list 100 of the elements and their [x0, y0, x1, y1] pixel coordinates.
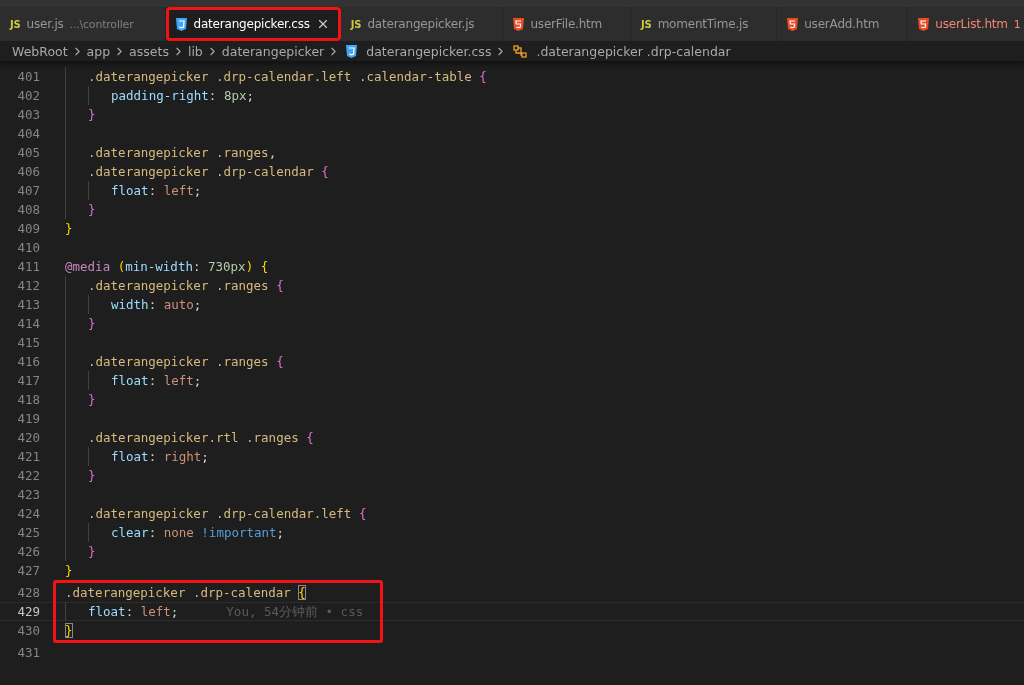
- line-number: 420: [16, 430, 40, 445]
- line-number: 424: [16, 506, 40, 521]
- code-token: .daterangepicker .drp-calendar.left: [88, 506, 352, 521]
- code-token: }: [88, 468, 96, 483]
- code-token: min-width: [125, 259, 193, 274]
- code-token: right: [163, 449, 202, 464]
- tab-label: userAdd.htm: [804, 17, 880, 31]
- line-number: 428: [16, 585, 40, 600]
- line-number: 408: [16, 202, 40, 217]
- code-token: .daterangepicker.rtl .ranges: [88, 430, 299, 445]
- editor-tab[interactable]: userFile.htm: [503, 7, 632, 41]
- line-number: 425: [16, 525, 40, 540]
- line-number: 418: [16, 392, 40, 407]
- code-token: }: [88, 544, 96, 559]
- code-token: :: [208, 88, 217, 103]
- line-number: 430: [16, 623, 40, 638]
- line-number: 422: [16, 468, 40, 483]
- breadcrumb-item[interactable]: app: [86, 43, 111, 59]
- editor-tab[interactable]: JS daterangepicker.js: [340, 7, 504, 41]
- code-token: ;: [193, 183, 202, 198]
- line-number: 409: [16, 221, 40, 236]
- code-token: :: [148, 525, 157, 540]
- code-token: {: [298, 585, 306, 600]
- breadcrumb-item[interactable]: WebRoot: [12, 43, 68, 59]
- tab-label: daterangepicker.css: [193, 17, 310, 31]
- code-token: ;: [170, 604, 179, 619]
- code-token: width: [111, 297, 149, 312]
- symbol-icon: [513, 44, 528, 58]
- line-number: 404: [16, 126, 40, 141]
- code-token: ;: [246, 88, 254, 103]
- line-number: 411: [16, 259, 40, 274]
- line-number: 416: [16, 354, 40, 369]
- code-token: !important: [201, 525, 277, 540]
- line-number: 431: [16, 645, 40, 660]
- css-file-icon: [346, 44, 358, 58]
- code-token: .daterangepicker .drp-calendar: [65, 585, 291, 600]
- breadcrumb-item[interactable]: daterangepicker.css: [366, 43, 492, 59]
- line-number: 414: [16, 316, 40, 331]
- js-file-icon: JS: [641, 18, 652, 30]
- breadcrumb-item[interactable]: lib: [187, 43, 203, 59]
- code-token: left: [163, 183, 194, 198]
- js-file-icon: JS: [350, 18, 362, 30]
- code-token: }: [65, 623, 73, 638]
- problem-count: 1: [1013, 17, 1021, 31]
- code-token: left: [163, 373, 194, 388]
- line-number: 405: [16, 145, 40, 160]
- code-token: ;: [193, 297, 202, 312]
- code-token: 730px: [208, 259, 246, 274]
- breadcrumb-item[interactable]: .daterangepicker .drp-calendar: [536, 43, 731, 59]
- code-token: :: [125, 604, 134, 619]
- html-file-icon: [918, 17, 930, 31]
- line-number: 413: [16, 297, 40, 312]
- editor-tab[interactable]: userList.htm 1: [908, 7, 1024, 41]
- code-token: {: [276, 278, 284, 293]
- line-number: 415: [16, 335, 40, 350]
- breadcrumb-item[interactable]: daterangepicker: [221, 43, 325, 59]
- tab-label: momentTime.js: [657, 17, 749, 31]
- code-token: {: [479, 69, 487, 84]
- code-token: ): [245, 259, 254, 274]
- css-file-icon: [176, 17, 188, 31]
- code-token: .daterangepicker .ranges: [88, 145, 269, 160]
- breadcrumb-item[interactable]: assets: [129, 43, 169, 59]
- code-token: ,: [268, 145, 277, 160]
- code-token: }: [65, 563, 73, 578]
- code-token: (: [117, 259, 126, 274]
- code-token: float: [111, 373, 149, 388]
- editor-tab[interactable]: daterangepicker.css: [166, 7, 341, 41]
- line-number: 412: [16, 278, 40, 293]
- code-token: :: [148, 373, 157, 388]
- code-token: 8px: [223, 88, 247, 103]
- tab-label: userFile.htm: [530, 17, 603, 31]
- html-file-icon: [787, 17, 799, 31]
- code-token: .daterangepicker .ranges: [88, 278, 269, 293]
- line-number: 426: [16, 544, 40, 559]
- code-token: .daterangepicker .drp-calendar: [88, 164, 314, 179]
- code-token: .daterangepicker .drp-calendar.left .calendar-table: [88, 69, 472, 84]
- editor-tab[interactable]: JS user.js ...\controller: [0, 7, 167, 41]
- code-token: auto: [163, 297, 194, 312]
- line-number: 423: [16, 487, 40, 502]
- line-number: 407: [16, 183, 40, 198]
- code-token: }: [88, 316, 96, 331]
- line-number: 427: [16, 563, 40, 578]
- code-token: padding-right: [111, 88, 209, 103]
- code-token: ;: [193, 373, 202, 388]
- code-token: float: [111, 449, 149, 464]
- code-token: none: [163, 525, 194, 540]
- tab-label: userList.htm: [935, 17, 1008, 31]
- code-token: {: [321, 164, 329, 179]
- code-token: }: [65, 221, 73, 236]
- code-token: :: [148, 297, 157, 312]
- code-token: clear: [111, 525, 149, 540]
- editor-tab[interactable]: JS momentTime.js: [631, 7, 778, 41]
- tab-description: ...\controller: [69, 17, 134, 31]
- code-token: float: [111, 183, 149, 198]
- code-token: {: [260, 259, 269, 274]
- line-number: 406: [16, 164, 40, 179]
- line-number: 417: [16, 373, 40, 388]
- code-token: }: [88, 107, 96, 122]
- editor-tab[interactable]: userAdd.htm: [777, 7, 909, 41]
- tab-label: user.js: [26, 17, 64, 31]
